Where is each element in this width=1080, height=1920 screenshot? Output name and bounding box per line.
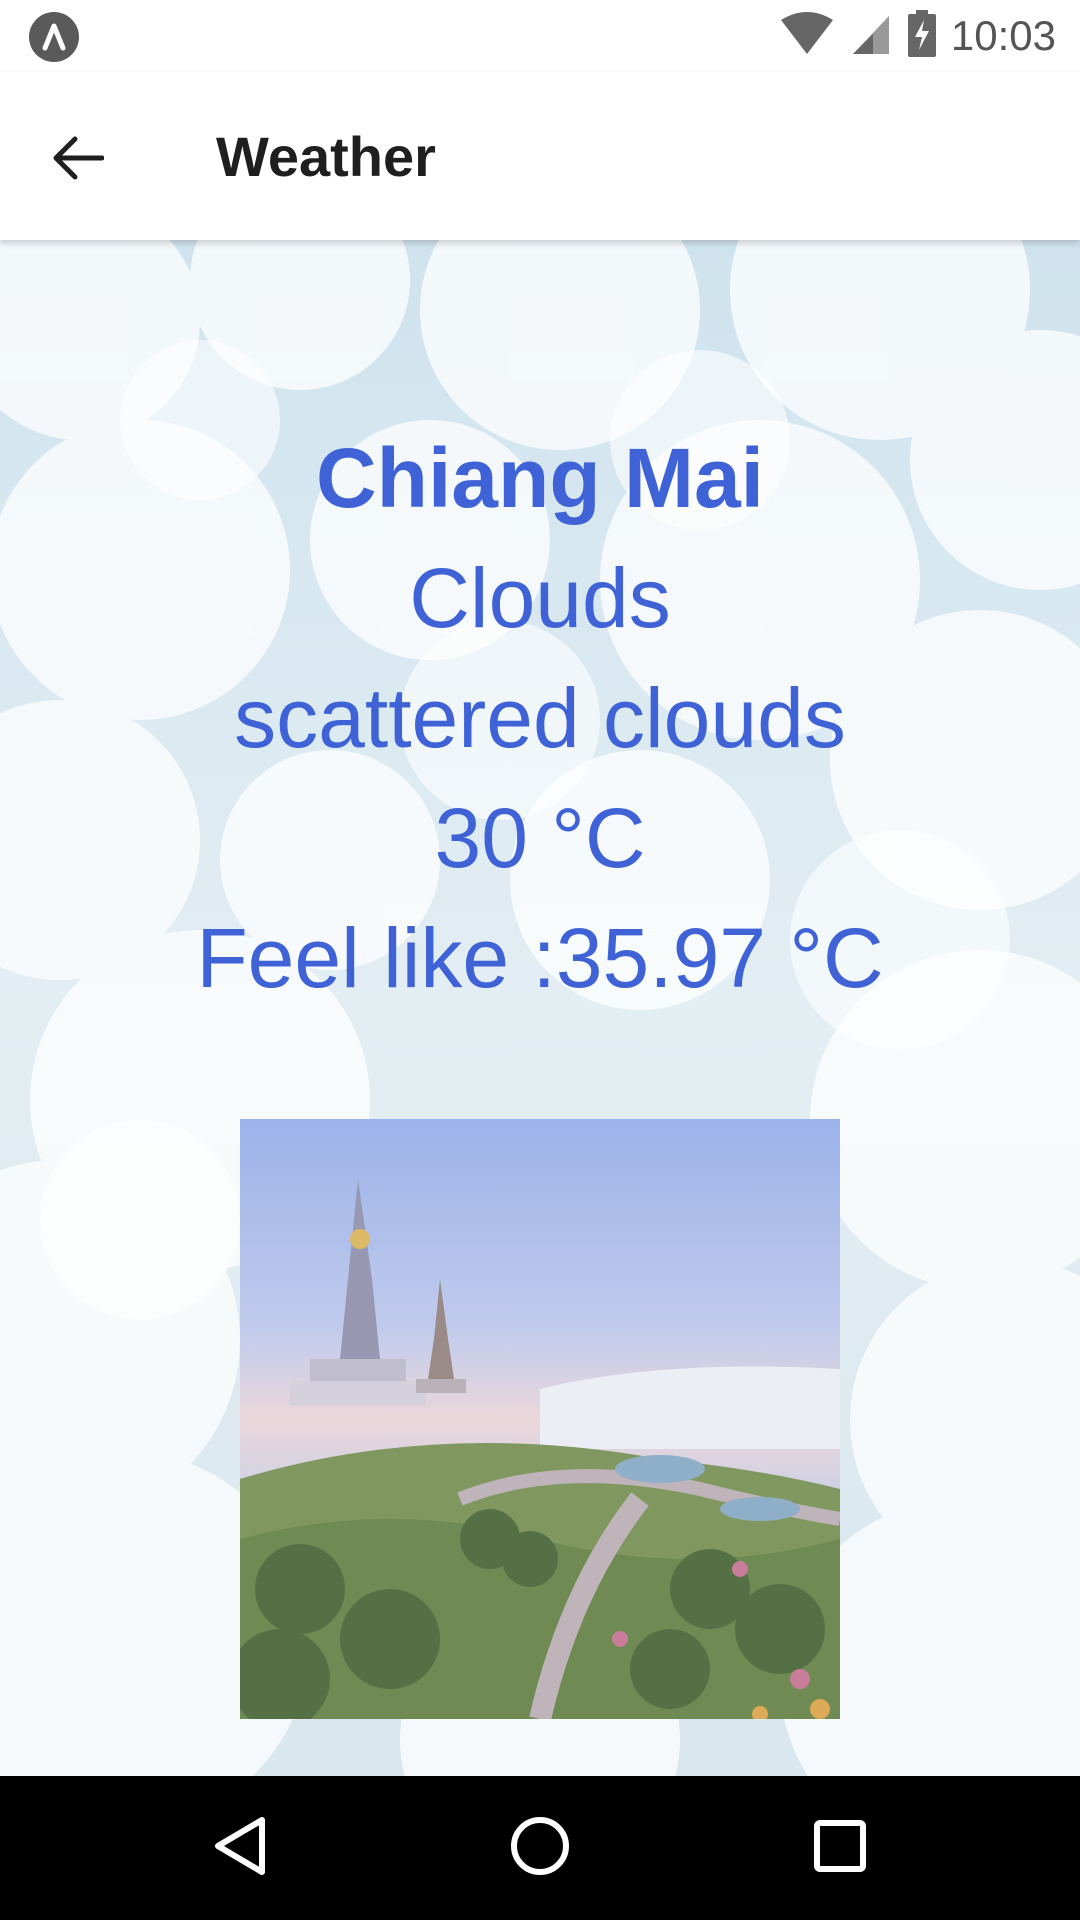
app-bar: Weather <box>0 72 1080 240</box>
chiang-mai-landscape-photo <box>230 1119 842 1729</box>
cell-signal-icon <box>849 12 893 61</box>
wifi-icon <box>779 11 835 61</box>
temperature: 30 °C <box>434 791 646 885</box>
nav-recents-icon <box>810 1816 870 1881</box>
navigation-bar <box>0 1776 1080 1920</box>
weather-info: Chiang Mai Clouds scattered clouds 30 °C… <box>0 418 1080 1018</box>
weather-description: scattered clouds <box>234 671 846 765</box>
autodesk-logo-icon <box>29 12 79 62</box>
nav-recents-button[interactable] <box>800 1808 880 1888</box>
weather-content: Chiang Mai Clouds scattered clouds 30 °C… <box>0 240 1080 1776</box>
nav-home-button[interactable] <box>500 1808 580 1888</box>
arrow-left-icon <box>52 135 105 186</box>
status-bar: 10:03 <box>0 0 1080 72</box>
nav-home-icon <box>508 1814 572 1883</box>
status-time: 10:03 <box>950 12 1056 59</box>
city-name: Chiang Mai <box>315 431 764 525</box>
page-title: Weather <box>216 125 436 188</box>
back-button[interactable] <box>34 116 122 204</box>
battery-charging-icon <box>907 9 937 63</box>
nav-back-icon <box>210 1814 270 1883</box>
feels-like: Feel like :35.97 °C <box>196 911 884 1005</box>
weather-condition: Clouds <box>409 551 671 645</box>
nav-back-button[interactable] <box>200 1808 280 1888</box>
